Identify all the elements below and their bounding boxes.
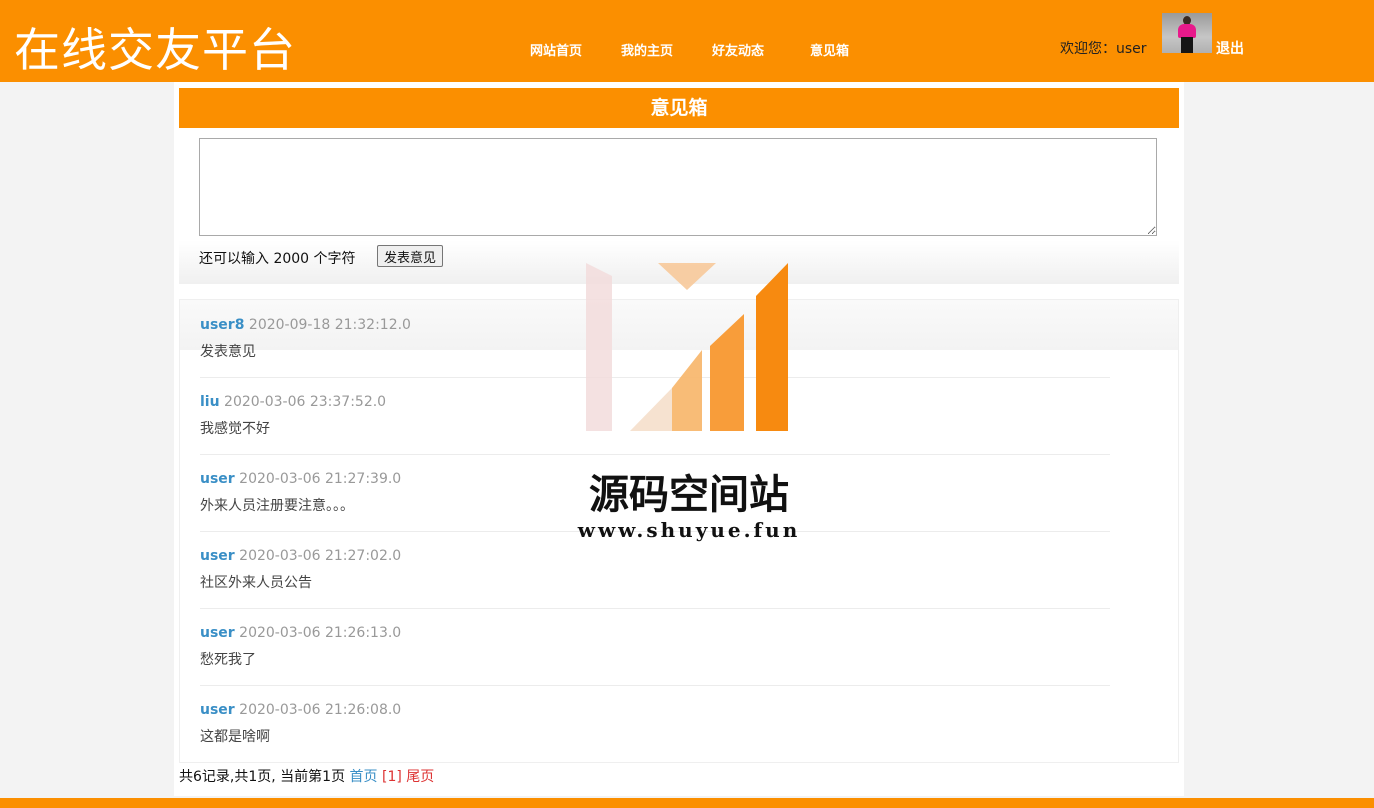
nav-friend-activity[interactable]: 好友动态	[712, 40, 764, 59]
item-meta: user 2020-03-06 21:26:08.0	[200, 702, 401, 718]
item-username[interactable]: user	[200, 625, 235, 641]
site-title: 在线交友平台	[14, 23, 296, 77]
feedback-form: 还可以输入 2000 个字符 发表意见	[179, 128, 1179, 284]
user-avatar[interactable]	[1162, 13, 1212, 53]
item-time: 2020-09-18 21:32:12.0	[248, 317, 411, 333]
avatar-legs	[1181, 37, 1193, 53]
item-content: 发表意见	[200, 344, 256, 360]
watermark-name: 源码空间站	[589, 472, 789, 518]
item-username[interactable]: user	[200, 702, 235, 718]
list-item: user 2020-03-06 21:27:02.0 社区外来人员公告	[200, 531, 1110, 609]
list-item: user 2020-03-06 21:26:13.0 愁死我了	[200, 608, 1110, 686]
top-header: 在线交友平台 网站首页 我的主页 好友动态 意见箱 欢迎您：user 退出	[0, 0, 1374, 82]
feedback-textarea[interactable]	[199, 138, 1157, 236]
item-meta: user 2020-03-06 21:27:02.0	[200, 548, 401, 564]
item-username[interactable]: user	[200, 471, 235, 487]
item-content: 愁死我了	[200, 652, 256, 668]
current-page-link[interactable]: [1]	[382, 769, 402, 785]
item-meta: user 2020-03-06 21:26:13.0	[200, 625, 401, 641]
nav-my-page[interactable]: 我的主页	[621, 40, 673, 59]
item-time: 2020-03-06 21:26:13.0	[239, 625, 402, 641]
list-item: liu 2020-03-06 23:37:52.0 我感觉不好	[200, 377, 1110, 455]
item-username[interactable]: user8	[200, 317, 244, 333]
pagination-summary: 共6记录,共1页, 当前第1页	[179, 769, 346, 785]
item-time: 2020-03-06 23:37:52.0	[224, 394, 387, 410]
last-page-link[interactable]: 尾页	[406, 769, 434, 785]
item-content: 我感觉不好	[200, 421, 270, 437]
watermark-url: www.shuyue.fun	[577, 518, 801, 542]
item-content: 这都是啥啊	[200, 729, 270, 745]
list-item: user8 2020-09-18 21:32:12.0 发表意见	[200, 300, 1110, 378]
submit-feedback-button[interactable]: 发表意见	[377, 245, 444, 267]
item-time: 2020-03-06 21:27:39.0	[239, 471, 402, 487]
logout-link[interactable]: 退出	[1216, 38, 1244, 58]
item-meta: liu 2020-03-06 23:37:52.0	[200, 394, 386, 410]
item-time: 2020-03-06 21:27:02.0	[239, 548, 402, 564]
item-username[interactable]: liu	[200, 394, 220, 410]
item-meta: user 2020-03-06 21:27:39.0	[200, 471, 401, 487]
item-username[interactable]: user	[200, 548, 235, 564]
nav-home[interactable]: 网站首页	[530, 40, 582, 59]
pagination: 共6记录,共1页, 当前第1页 首页 [1] 尾页	[179, 766, 434, 786]
footer-bar	[0, 798, 1374, 808]
nav-feedback[interactable]: 意见箱	[810, 40, 849, 59]
list-item: user 2020-03-06 21:26:08.0 这都是啥啊	[200, 685, 1110, 762]
main-content: 意见箱 还可以输入 2000 个字符 发表意见 user8 2020-09-18…	[174, 82, 1184, 796]
first-page-link[interactable]: 首页	[350, 769, 378, 785]
item-time: 2020-03-06 21:26:08.0	[239, 702, 402, 718]
welcome-text: 欢迎您：user	[1060, 41, 1147, 57]
item-content: 外来人员注册要注意。。。	[200, 498, 354, 514]
item-content: 社区外来人员公告	[200, 575, 312, 591]
feedback-box-title: 意见箱	[179, 88, 1179, 128]
avatar-coat	[1178, 24, 1196, 38]
char-counter: 还可以输入 2000 个字符	[199, 251, 356, 267]
item-meta: user8 2020-09-18 21:32:12.0	[200, 317, 411, 333]
